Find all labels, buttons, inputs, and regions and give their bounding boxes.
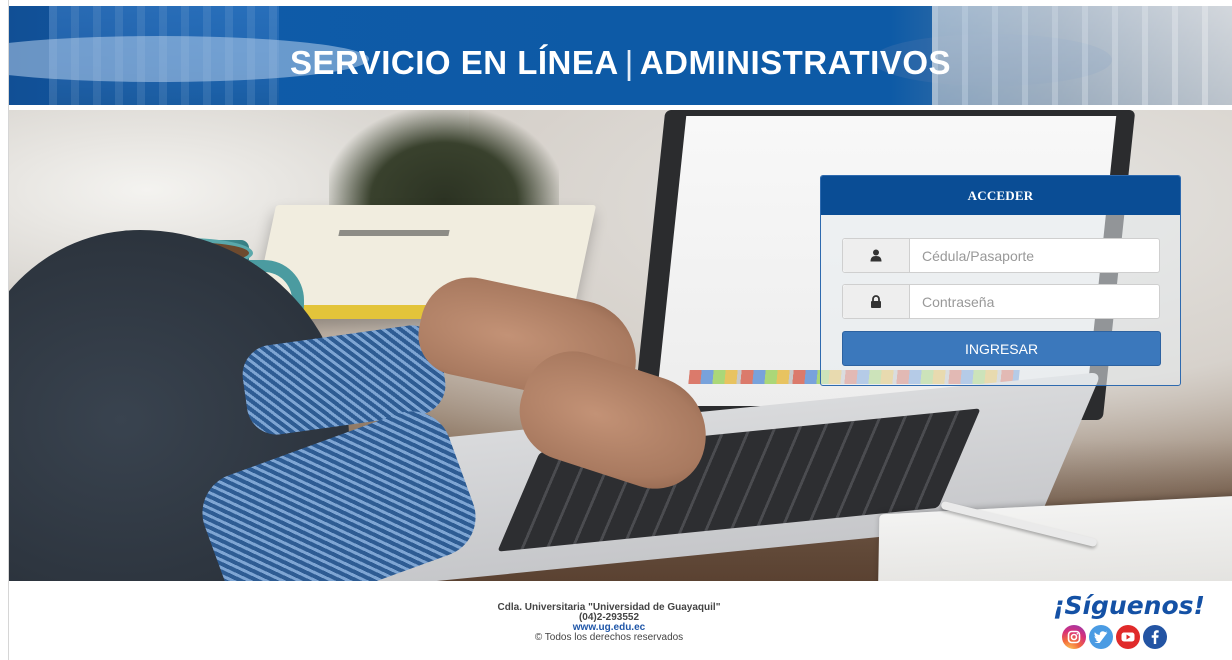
page-left-margin <box>0 0 9 660</box>
login-panel: ACCEDER INGRESAR <box>820 175 1181 386</box>
title-administrativos: ADMINISTRATIVOS <box>639 44 952 81</box>
password-field <box>842 284 1160 319</box>
ingresar-button[interactable]: INGRESAR <box>842 331 1161 366</box>
cedula-input[interactable] <box>910 239 1159 272</box>
hero-book-label <box>338 230 450 236</box>
twitter-icon-glyph <box>1094 631 1108 643</box>
footer: Cdla. Universitaria "Universidad de Guay… <box>9 581 1232 660</box>
lock-icon-glyph <box>871 295 881 308</box>
page-title: SERVICIO EN LÍNEA | ADMINISTRATIVOS <box>9 44 1232 82</box>
follow-us-label: ¡Síguenos! <box>1053 591 1205 620</box>
instagram-icon-glyph <box>1067 630 1081 644</box>
user-icon <box>843 239 910 272</box>
facebook-icon-glyph <box>1151 630 1159 644</box>
user-icon-glyph <box>870 249 882 262</box>
footer-info: Cdla. Universitaria "Universidad de Guay… <box>384 603 834 643</box>
twitter-icon[interactable] <box>1089 625 1113 649</box>
youtube-icon-glyph <box>1121 632 1135 642</box>
title-service-online: SERVICIO EN LÍNEA <box>289 44 619 81</box>
login-heading: ACCEDER <box>821 176 1180 215</box>
instagram-icon[interactable] <box>1062 625 1086 649</box>
facebook-icon[interactable] <box>1143 625 1167 649</box>
lock-icon <box>843 285 910 318</box>
title-separator: | <box>624 44 634 81</box>
social-links <box>1062 625 1167 649</box>
header-banner: SERVICIO EN LÍNEA | ADMINISTRATIVOS <box>9 6 1232 105</box>
password-input[interactable] <box>910 285 1159 318</box>
youtube-icon[interactable] <box>1116 625 1140 649</box>
user-field <box>842 238 1160 273</box>
footer-copyright: © Todos los derechos reservados <box>534 632 684 643</box>
